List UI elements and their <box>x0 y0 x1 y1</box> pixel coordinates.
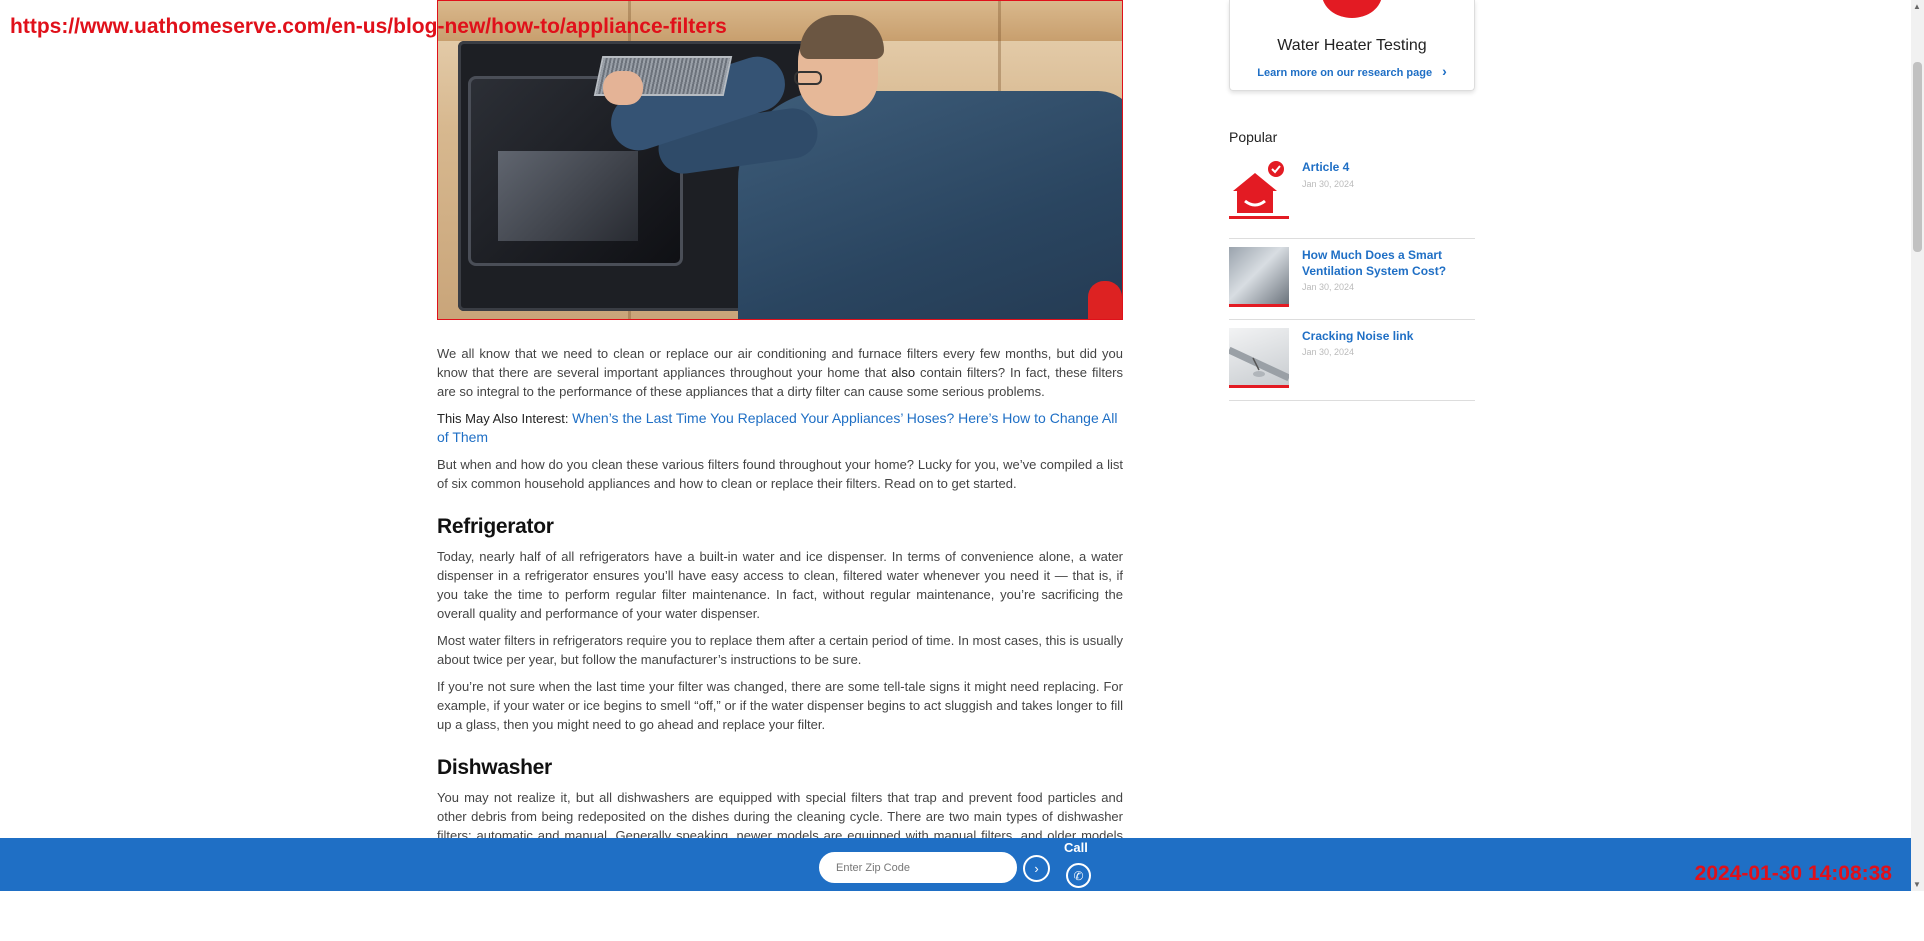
house-check-icon[interactable] <box>1229 159 1289 219</box>
intro-emphasis: also <box>891 365 916 380</box>
scroll-thumb[interactable] <box>1913 62 1922 252</box>
chevron-right-icon: › <box>1034 860 1039 876</box>
related-prefix: This May Also Interest: <box>437 411 569 426</box>
list-item[interactable]: Cracking Noise link Jan 30, 2024 <box>1229 320 1475 401</box>
scroll-down-icon[interactable]: ▼ <box>1913 880 1921 889</box>
lead-paragraph: But when and how do you clean these vari… <box>437 457 1123 491</box>
call-button[interactable]: ✆ <box>1066 863 1091 888</box>
page-scrollbar[interactable]: ▲ ▼ <box>1911 0 1924 891</box>
popular-heading: Popular <box>1229 129 1278 145</box>
refrigerator-paragraph-2: Most water filters in refrigerators requ… <box>437 633 1123 667</box>
water-heater-icon <box>1322 0 1382 18</box>
hero-image <box>437 0 1123 320</box>
list-item[interactable]: Article 4 Jan 30, 2024 <box>1229 159 1475 239</box>
phone-icon: ✆ <box>1073 868 1084 883</box>
related-article: This May Also Interest: When’s the Last … <box>437 409 1123 447</box>
popular-date: Jan 30, 2024 <box>1302 282 1355 292</box>
pipe-photo[interactable] <box>1229 328 1289 388</box>
card-title: Water Heater Testing <box>1277 37 1427 54</box>
sidebar: Water Heater Testing Learn more on our r… <box>1229 0 1475 401</box>
refrigerator-paragraph-3: If you’re not sure when the last time yo… <box>437 679 1123 732</box>
list-item[interactable]: How Much Does a Smart Ventilation System… <box>1229 239 1475 320</box>
zip-submit-button[interactable]: › <box>1023 855 1050 882</box>
popular-date: Jan 30, 2024 <box>1302 179 1355 189</box>
article-body: We all know that we need to clean or rep… <box>437 344 1123 864</box>
below-viewport-area <box>0 891 1924 941</box>
timestamp-overlay: 2024-01-30 14:08:38 <box>1694 862 1892 885</box>
popular-title[interactable]: How Much Does a Smart Ventilation System… <box>1302 247 1472 279</box>
zip-code-input[interactable] <box>819 852 1017 883</box>
refrigerator-paragraph-1: Today, nearly half of all refrigerators … <box>437 549 1123 621</box>
popular-title[interactable]: Article 4 <box>1302 159 1472 175</box>
research-page-link[interactable]: Learn more on our research page › <box>1230 63 1474 79</box>
chevron-right-icon: › <box>1442 63 1447 79</box>
intro-paragraph: We all know that we need to clean or rep… <box>437 346 1123 399</box>
url-overlay: https://www.uathomeserve.com/en-us/blog-… <box>10 15 727 38</box>
popular-title[interactable]: Cracking Noise link <box>1302 328 1472 344</box>
section-heading-refrigerator: Refrigerator <box>437 515 554 538</box>
car-snow-photo[interactable] <box>1229 247 1289 307</box>
popular-date: Jan 30, 2024 <box>1302 347 1355 357</box>
call-label: Call <box>1064 840 1088 855</box>
water-heater-card[interactable]: Water Heater Testing Learn more on our r… <box>1229 0 1475 91</box>
section-heading-dishwasher: Dishwasher <box>437 756 552 779</box>
article: We all know that we need to clean or rep… <box>437 0 1123 864</box>
popular-list: Article 4 Jan 30, 2024 How Much Does a S… <box>1229 159 1475 401</box>
bottom-action-bar: › Call ✆ <box>0 838 1911 891</box>
scroll-up-icon[interactable]: ▲ <box>1913 2 1921 11</box>
